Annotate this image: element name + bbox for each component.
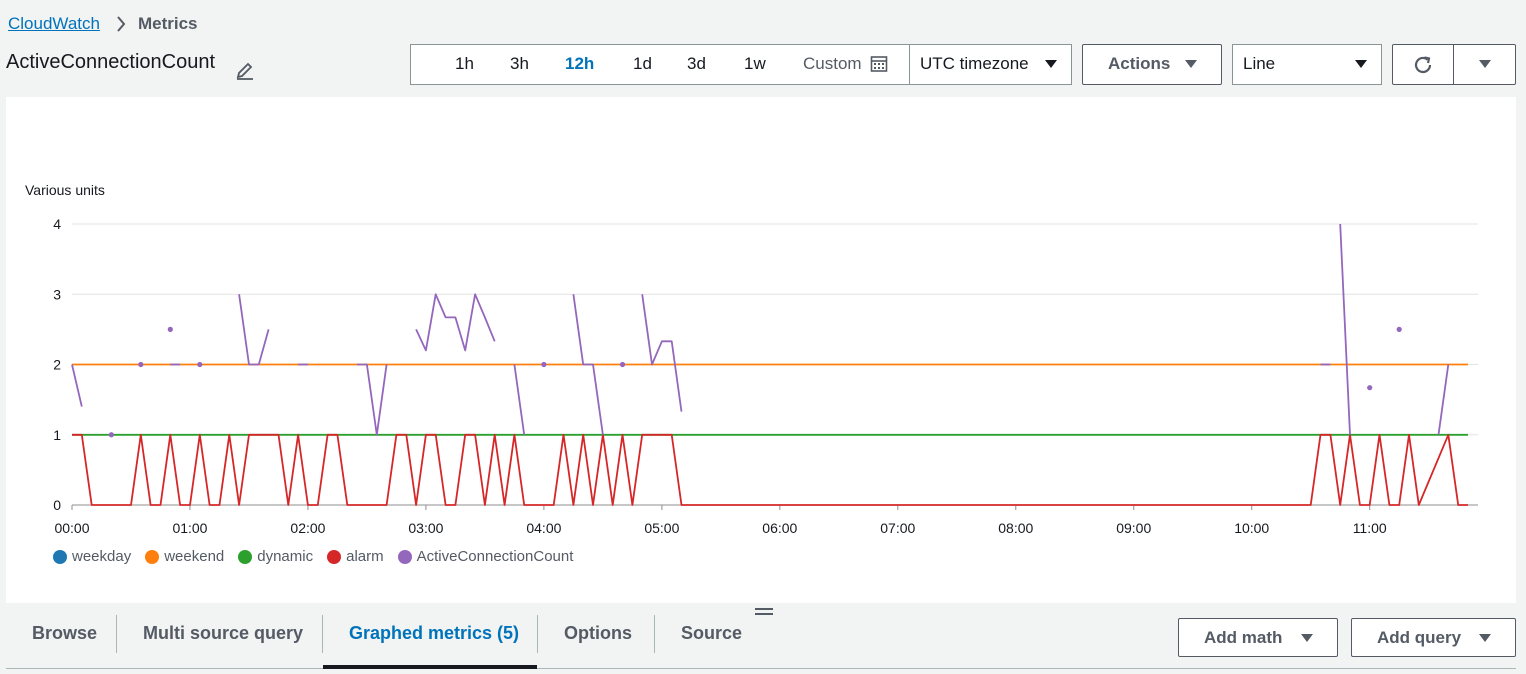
active-tab-indicator: [323, 665, 537, 669]
tab-graphed-metrics[interactable]: Graphed metrics (5): [349, 623, 519, 644]
series-activeconnectioncount-segment: [238, 294, 270, 366]
series-activeconnectioncount-segment: [513, 364, 526, 435]
series-activeconnectioncount-segment: [357, 363, 388, 436]
x-tick-label: 03:00: [408, 520, 443, 536]
x-tick-label: 07:00: [880, 520, 915, 536]
legend-item-weekend[interactable]: weekend: [145, 548, 224, 565]
tab-source[interactable]: Source: [681, 623, 742, 644]
graph-type-select[interactable]: Line: [1232, 44, 1382, 85]
breadcrumb: CloudWatch Metrics: [8, 14, 198, 34]
caret-down-icon: [1185, 60, 1197, 68]
legend-swatch: [53, 549, 67, 564]
caret-down-icon: [1301, 634, 1313, 642]
legend-label: dynamic: [257, 548, 314, 565]
time-range-selector: 1h 3h 12h 1d 3d 1w Custom: [410, 44, 910, 85]
legend-item-alarm[interactable]: alarm: [327, 548, 384, 565]
refresh-icon: [1414, 55, 1432, 73]
timezone-select[interactable]: UTC timezone: [909, 44, 1072, 85]
add-query-label: Add query: [1377, 628, 1462, 647]
add-math-label: Add math: [1204, 628, 1283, 647]
series-activeconnectioncount-point: [167, 326, 173, 332]
legend-item-dynamic[interactable]: dynamic: [238, 548, 313, 565]
series-activeconnectioncount-segment: [71, 364, 83, 407]
timezone-value: UTC timezone: [920, 54, 1029, 73]
legend-label: weekday: [72, 548, 132, 565]
series-activeconnectioncount-point: [138, 361, 144, 368]
legend-swatch: [145, 549, 160, 564]
time-range-1h[interactable]: 1h: [455, 54, 474, 74]
legend-swatch: [238, 549, 253, 564]
time-range-3d[interactable]: 3d: [687, 54, 706, 74]
series-activeconnectioncount-point: [541, 361, 547, 368]
tab-divider: [322, 615, 323, 653]
add-math-button[interactable]: Add math: [1178, 618, 1338, 657]
series-activeconnectioncount-point: [108, 432, 114, 438]
legend-label: alarm: [346, 548, 384, 565]
chevron-right-icon: [116, 16, 126, 32]
tab-divider: [654, 615, 655, 653]
y-tick-label: 0: [53, 497, 61, 513]
custom-label: Custom: [803, 54, 862, 73]
series-alarm-line: [72, 433, 1468, 506]
y-axis-label: Various units: [25, 182, 105, 198]
x-tick-label: 11:00: [1353, 520, 1387, 536]
x-tick-label: 00:00: [54, 520, 89, 536]
series-activeconnectioncount-point: [197, 361, 203, 368]
y-tick-label: 4: [53, 216, 61, 232]
refresh-button[interactable]: [1392, 44, 1454, 85]
legend-label: weekend: [164, 548, 225, 565]
y-tick-label: 1: [53, 427, 61, 443]
actions-button[interactable]: Actions: [1082, 44, 1222, 85]
legend-label: ActiveConnectionCount: [416, 548, 574, 565]
edit-pencil-icon[interactable]: [233, 58, 257, 82]
series-activeconnectioncount-point: [619, 361, 626, 368]
x-tick-label: 02:00: [290, 520, 325, 536]
series-activeconnectioncount-segment: [1339, 223, 1351, 435]
x-tick-label: 06:00: [762, 520, 797, 536]
tab-divider: [116, 615, 117, 653]
tab-browse[interactable]: Browse: [32, 623, 97, 644]
x-tick-label: 01:00: [172, 520, 207, 536]
caret-down-icon: [1479, 60, 1491, 68]
x-tick-label: 10:00: [1234, 520, 1269, 536]
calendar-icon: [870, 56, 887, 72]
time-range-1w[interactable]: 1w: [744, 54, 766, 74]
graph-type-value: Line: [1243, 54, 1276, 73]
line-chart: 0 1 2 3 4 00:00 01:00 02:00 03:00 04:00 05:00 06:00…: [53, 216, 1478, 536]
series-activeconnectioncount-segment: [1437, 364, 1450, 435]
breadcrumb-cloudwatch-link[interactable]: CloudWatch: [8, 14, 100, 34]
time-range-12h[interactable]: 12h: [565, 54, 594, 74]
chart-panel: 0 1 2 3 4 00:00 01:00 02:00 03:00 04:00 05:00 06:00…: [6, 97, 1516, 603]
time-range-custom[interactable]: Custom: [803, 54, 888, 74]
refresh-options-button[interactable]: [1453, 44, 1516, 85]
series-activeconnectioncount-point: [1367, 385, 1373, 391]
legend-swatch: [397, 549, 412, 564]
resize-handle-icon[interactable]: [755, 608, 773, 618]
caret-down-icon: [1045, 60, 1057, 68]
breadcrumb-current: Metrics: [137, 14, 198, 33]
caret-down-icon: [1355, 60, 1367, 68]
tab-divider: [537, 615, 538, 653]
series-activeconnectioncount-segment: [415, 293, 496, 352]
time-range-1d[interactable]: 1d: [633, 54, 652, 74]
caret-down-icon: [1479, 634, 1491, 642]
graph-title: ActiveConnectionCount: [6, 51, 216, 73]
chart-legend: weekday weekend dynamic alarm ActiveConnecti…: [53, 548, 573, 565]
time-range-3h[interactable]: 3h: [510, 54, 529, 74]
x-tick-label: 04:00: [526, 520, 561, 536]
y-tick-label: 3: [53, 286, 61, 302]
y-tick-label: 2: [53, 357, 61, 373]
actions-label: Actions: [1108, 54, 1171, 73]
tab-multi-source-query[interactable]: Multi source query: [143, 623, 303, 644]
series-activeconnectioncount-segment: [641, 294, 683, 412]
legend-item-weekday[interactable]: weekday: [53, 548, 131, 565]
x-tick-label: 08:00: [998, 520, 1033, 536]
series-activeconnectioncount-point: [1396, 326, 1402, 332]
legend-swatch: [327, 549, 342, 564]
legend-item-activeconnectioncount[interactable]: ActiveConnectionCount: [397, 548, 574, 565]
x-tick-label: 09:00: [1116, 520, 1151, 536]
x-tick-label: 05:00: [644, 520, 679, 536]
tab-options[interactable]: Options: [564, 623, 632, 644]
add-query-button[interactable]: Add query: [1351, 618, 1516, 657]
